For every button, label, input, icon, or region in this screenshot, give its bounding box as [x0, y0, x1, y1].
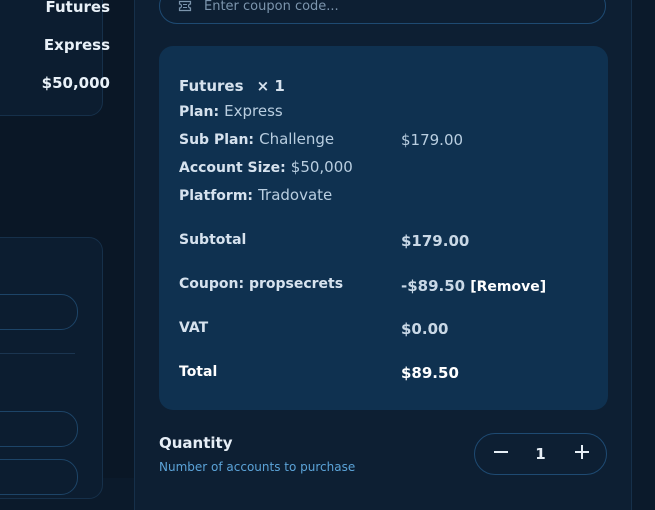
- left-divider: [0, 353, 75, 354]
- plan-label: Plan:: [179, 104, 220, 120]
- product-line: Futures × 1: [179, 76, 285, 95]
- plus-icon: [574, 444, 590, 464]
- coupon-input[interactable]: [202, 0, 586, 15]
- subplan-value: Challenge: [259, 130, 335, 148]
- platform-row: Platform: Tradovate: [179, 185, 332, 204]
- plan-value: Express: [224, 102, 283, 120]
- left-input-field[interactable]: [0, 294, 78, 330]
- vat-label: VAT: [179, 320, 209, 336]
- coupon-field[interactable]: [159, 0, 606, 24]
- left-input-field[interactable]: [0, 459, 78, 495]
- subtotal-label: Subtotal: [179, 232, 247, 248]
- quantity-title: Quantity: [159, 434, 233, 452]
- left-value-size: $50,000: [41, 74, 110, 92]
- quantity-stepper[interactable]: 1: [474, 433, 607, 475]
- account-size-value: $50,000: [290, 158, 353, 176]
- left-column: Futures Express $50,000: [0, 0, 134, 499]
- account-size-row: Account Size: $50,000: [179, 157, 353, 176]
- item-price: $179.00: [401, 131, 464, 149]
- order-details-card: [0, 0, 103, 116]
- remove-coupon-link[interactable]: [Remove]: [470, 279, 546, 295]
- left-value-futures: Futures: [45, 0, 110, 16]
- vat-value: $0.00: [401, 320, 449, 338]
- platform-value: Tradovate: [258, 186, 333, 204]
- total-label: Total: [179, 364, 218, 380]
- quantity-subtitle: Number of accounts to purchase: [159, 460, 356, 474]
- increment-button[interactable]: [560, 434, 604, 474]
- plan-row: Plan: Express: [179, 101, 283, 120]
- total-value: $89.50: [401, 364, 459, 382]
- account-size-label: Account Size:: [179, 160, 286, 176]
- coupon-discount: -$89.50 [Remove]: [401, 276, 546, 295]
- coupon-value: -$89.50: [401, 277, 466, 295]
- quantity-value: 1: [535, 445, 546, 463]
- minus-icon: [493, 444, 509, 464]
- coupon-label: Coupon: propsecrets: [179, 276, 344, 292]
- platform-label: Platform:: [179, 188, 253, 204]
- order-summary-card: Futures × 1 Plan: Express Sub Plan: Chal…: [159, 46, 608, 410]
- product-name: Futures: [179, 77, 244, 95]
- ticket-icon: [178, 0, 192, 16]
- decrement-button[interactable]: [479, 434, 523, 474]
- subplan-label: Sub Plan:: [179, 132, 255, 148]
- left-input-field[interactable]: [0, 411, 78, 447]
- subplan-row: Sub Plan: Challenge: [179, 129, 334, 148]
- product-quantity: × 1: [256, 77, 285, 95]
- left-value-plan: Express: [43, 36, 110, 54]
- subtotal-value: $179.00: [401, 232, 470, 250]
